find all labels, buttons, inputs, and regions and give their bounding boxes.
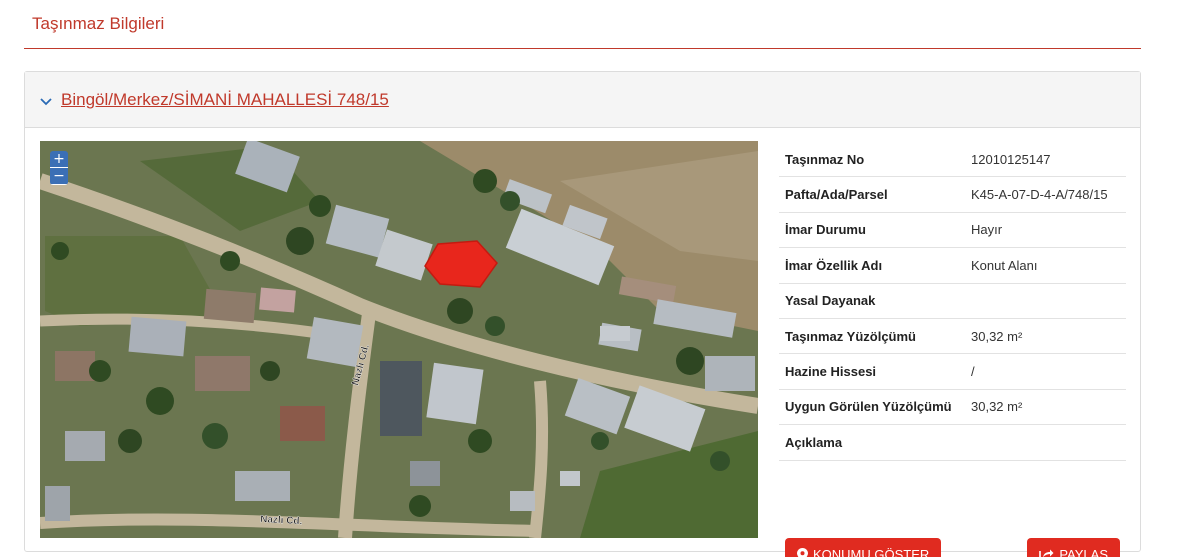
detail-value: 30,32 m² xyxy=(971,328,1023,344)
detail-label: Taşınmaz No xyxy=(785,151,865,167)
show-location-label: KONUMU GÖSTER xyxy=(813,547,930,557)
detail-value: K45-A-07-D-4-A/748/15 xyxy=(971,187,1108,203)
zoom-out-button[interactable]: − xyxy=(50,168,68,185)
map-marker-icon xyxy=(797,547,808,557)
share-icon xyxy=(1039,549,1054,557)
chevron-down-icon[interactable] xyxy=(39,95,53,109)
detail-value: 30,32 m² xyxy=(971,399,1023,415)
property-address-link[interactable]: Bingöl/Merkez/SİMANİ MAHALLESİ 748/15 xyxy=(61,90,389,110)
street-label: Nazlı Cd. xyxy=(260,514,303,527)
detail-value: / xyxy=(971,364,975,380)
detail-row: Yasal Dayanak xyxy=(779,284,1126,319)
panel-header[interactable]: Bingöl/Merkez/SİMANİ MAHALLESİ 748/15 xyxy=(25,72,1140,128)
section-title: Taşınmaz Bilgileri xyxy=(32,14,165,33)
detail-row: Hazine Hissesi / xyxy=(779,354,1126,390)
show-location-button[interactable]: KONUMU GÖSTER xyxy=(785,538,942,557)
detail-label: Açıklama xyxy=(785,434,843,450)
detail-value: 12010125147 xyxy=(971,151,1051,167)
detail-label: İmar Özellik Adı xyxy=(785,257,883,273)
share-button[interactable]: PAYLAŞ xyxy=(1027,538,1120,557)
detail-row: Açıklama xyxy=(779,425,1126,461)
detail-label: İmar Durumu xyxy=(785,222,866,238)
detail-value: Konut Alanı xyxy=(971,257,1038,273)
detail-label: Yasal Dayanak xyxy=(785,293,876,309)
satellite-map[interactable]: Nazlı Cd. Nazlı Cd. + − xyxy=(40,141,758,538)
detail-row: Taşınmaz Yüzölçümü 30,32 m² xyxy=(779,319,1126,355)
detail-label: Pafta/Ada/Parsel xyxy=(785,187,888,203)
detail-row: Taşınmaz No 12010125147 xyxy=(779,142,1126,178)
page: Taşınmaz Bilgileri Bingöl/Merkez/SİMANİ … xyxy=(0,0,1200,557)
detail-label: Uygun Görülen Yüzölçümü xyxy=(785,399,952,415)
detail-label: Hazine Hissesi xyxy=(785,364,877,380)
detail-label: Taşınmaz Yüzölçümü xyxy=(785,328,916,344)
property-details-table: Taşınmaz No 12010125147 Pafta/Ada/Parsel K… xyxy=(779,142,1126,557)
share-label: PAYLAŞ xyxy=(1059,547,1108,557)
detail-row: Uygun Görülen Yüzölçümü 30,32 m² xyxy=(779,390,1126,426)
detail-row: İmar Özellik Adı Konut Alanı xyxy=(779,248,1126,284)
section-divider xyxy=(24,48,1141,49)
zoom-in-button[interactable]: + xyxy=(50,151,68,168)
detail-row: İmar Durumu Hayır xyxy=(779,213,1126,249)
property-panel: Bingöl/Merkez/SİMANİ MAHALLESİ 748/15 Na… xyxy=(24,71,1141,557)
zoom-control: + − xyxy=(50,151,68,185)
detail-value: Hayır xyxy=(971,222,1003,238)
detail-row: Pafta/Ada/Parsel K45-A-07-D-4-A/748/15 xyxy=(779,177,1126,213)
map-imagery: Nazlı Cd. Nazlı Cd. xyxy=(40,141,758,538)
